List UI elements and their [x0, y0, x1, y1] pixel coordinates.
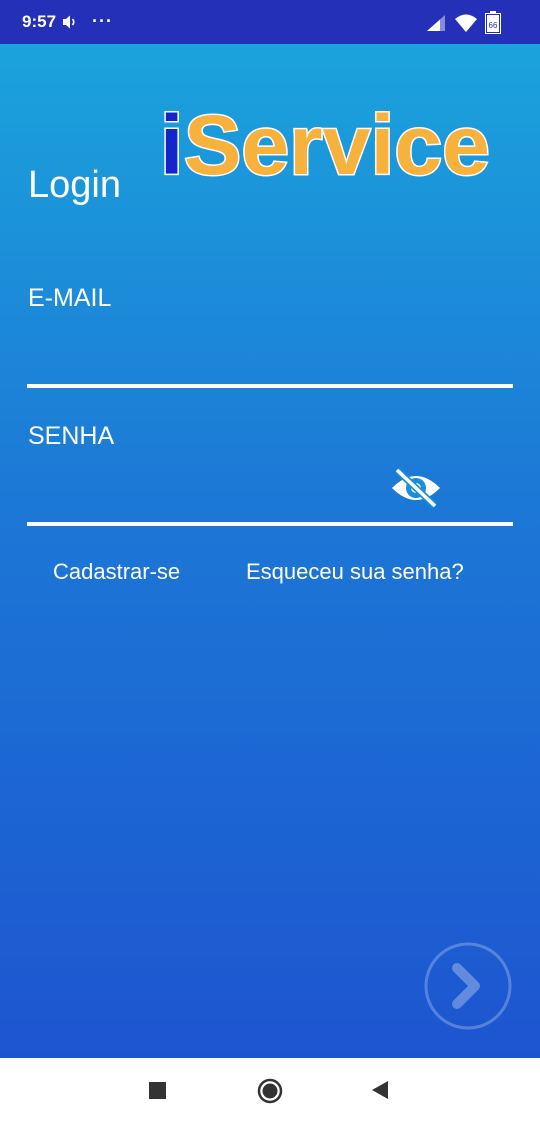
page-title: Login — [28, 164, 121, 206]
volume-icon — [63, 15, 75, 29]
login-screen: 9:57 ··· ↑ 66 i Service Login E-MAIL SEN… — [0, 0, 540, 1123]
eye-off-icon[interactable] — [389, 466, 443, 510]
logo-prefix: i — [160, 98, 183, 186]
login-panel: i Service Login E-MAIL SENHA Cadastrar-s… — [0, 44, 540, 1058]
home-icon[interactable] — [257, 1078, 283, 1104]
password-field[interactable] — [28, 472, 378, 516]
email-field[interactable] — [28, 334, 478, 378]
navigation-bar — [0, 1058, 540, 1123]
recent-apps-icon[interactable] — [149, 1082, 166, 1099]
wifi-icon: ↑ — [455, 14, 477, 33]
register-link[interactable]: Cadastrar-se — [53, 559, 180, 585]
svg-text:↑: ↑ — [469, 28, 472, 33]
password-label: SENHA — [28, 422, 115, 450]
battery-level: 66 — [489, 21, 498, 30]
more-dots-icon: ··· — [92, 11, 113, 31]
forgot-password-link[interactable]: Esqueceu sua senha? — [246, 559, 464, 585]
email-label: E-MAIL — [28, 284, 112, 312]
logo-name: Service — [184, 98, 490, 186]
back-icon[interactable] — [370, 1080, 390, 1100]
signal-icon — [427, 15, 445, 31]
chevron-right-icon — [452, 963, 480, 1009]
status-time: 9:57 — [22, 12, 57, 31]
battery-icon: 66 — [485, 11, 501, 34]
password-underline — [27, 522, 513, 526]
submit-button[interactable] — [424, 942, 512, 1030]
status-bar: 9:57 ··· ↑ 66 — [0, 0, 540, 44]
email-underline — [27, 384, 513, 388]
iservice-logo: i Service — [159, 97, 492, 187]
